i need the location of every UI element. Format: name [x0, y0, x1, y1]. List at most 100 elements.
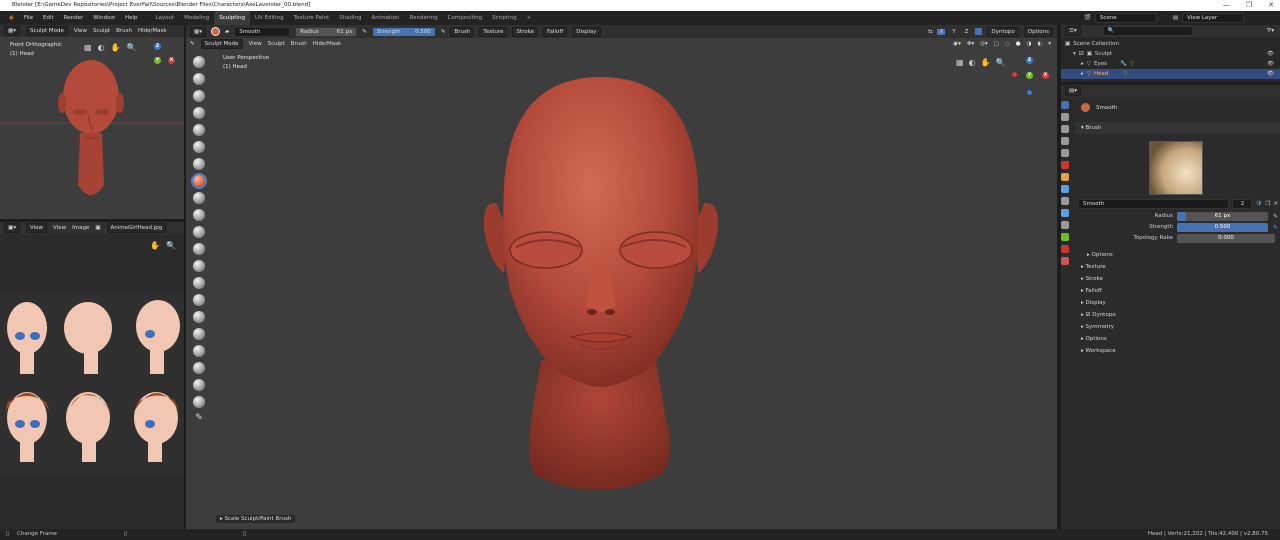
camera-icon[interactable]: ◐	[969, 58, 976, 67]
pinch-brush-icon[interactable]	[193, 243, 205, 255]
gizmo-z-axis[interactable]: Z	[154, 43, 161, 50]
minimize-button[interactable]: —	[1223, 0, 1230, 11]
image-editor-type-dropdown[interactable]: ▣▾	[4, 223, 20, 233]
menu-render[interactable]: Render	[59, 15, 89, 21]
grab-brush-icon[interactable]	[193, 260, 205, 272]
menu-edit[interactable]: Edit	[38, 15, 59, 21]
gizmo-y-axis[interactable]: Y	[154, 57, 161, 64]
add-workspace-button[interactable]: +	[522, 11, 537, 25]
blob-brush-icon[interactable]	[193, 141, 205, 153]
draw-brush-icon[interactable]	[193, 56, 205, 68]
menu-window[interactable]: Window	[88, 15, 120, 21]
gizmo-x-axis[interactable]: X	[168, 57, 175, 64]
reference-image[interactable]	[0, 294, 184, 474]
view-layer-field[interactable]: View Layer	[1182, 13, 1245, 23]
filter-icon[interactable]: ⛛▾	[1267, 28, 1274, 35]
display-section[interactable]: ▸ Display	[1075, 297, 1280, 309]
image-name-field[interactable]: AnimeGirlHead.jpg	[106, 223, 167, 233]
clay-strips-brush-icon[interactable]	[193, 90, 205, 102]
outliner-scene-collection[interactable]: ▣ Scene Collection	[1061, 39, 1280, 49]
box-mask-icon[interactable]	[193, 379, 205, 391]
brush-section-header[interactable]: ▾ Brush	[1075, 122, 1280, 134]
hand-icon[interactable]: ✋	[111, 43, 121, 52]
data-tab-icon[interactable]	[1061, 233, 1069, 241]
strength-slider[interactable]: 0.500	[1177, 223, 1268, 232]
tab-animation[interactable]: Animation	[366, 11, 404, 25]
outliner-type-dropdown[interactable]: ☰▾	[1065, 26, 1081, 36]
menu-file[interactable]: File	[19, 15, 38, 21]
properties-type-dropdown[interactable]: ▤▾	[1065, 86, 1081, 96]
menu-image[interactable]: Image	[72, 225, 89, 231]
output-tab-icon[interactable]	[1061, 125, 1069, 133]
scene-tab-icon[interactable]	[1061, 149, 1069, 157]
main-navigation-gizmo[interactable]: Z X Y	[1012, 55, 1056, 99]
outliner-item-eyes[interactable]: ▸ ▽ Eyes 🔧 ▽ 👁	[1061, 59, 1280, 69]
rotate-brush-icon[interactable]	[193, 328, 205, 340]
tab-compositing[interactable]: Compositing	[443, 11, 487, 25]
tab-uv-editing[interactable]: UV Editing	[250, 11, 289, 25]
constraints-tab-icon[interactable]	[1061, 221, 1069, 229]
scene-name-field[interactable]: Scene	[1094, 13, 1157, 23]
brush-users-count[interactable]: 2	[1232, 199, 1253, 209]
outliner-search-field[interactable]: 🔍	[1102, 26, 1193, 36]
tab-sculpting[interactable]: Sculpting	[214, 11, 250, 25]
tab-texture-paint[interactable]: Texture Paint	[289, 11, 335, 25]
operator-last-panel[interactable]: ▸ Scale Sculpt/Paint Brush	[216, 515, 296, 523]
outliner-item-head[interactable]: ▸ ▽ Head ▽ 👁	[1061, 69, 1280, 79]
flatten-brush-icon[interactable]	[193, 192, 205, 204]
zoom-icon[interactable]: 🔍	[166, 241, 176, 250]
expand-icon[interactable]: ▾	[1073, 49, 1076, 59]
particles-tab-icon[interactable]	[1061, 197, 1069, 205]
thumb-brush-icon[interactable]	[193, 294, 205, 306]
world-tab-icon[interactable]	[1061, 161, 1069, 169]
tab-rendering[interactable]: Rendering	[405, 11, 443, 25]
unlink-icon[interactable]: ✕	[1273, 201, 1278, 207]
workspace-section[interactable]: ▸ Workspace	[1075, 345, 1280, 357]
annotate-icon[interactable]: ✎	[195, 413, 203, 423]
layer-brush-icon[interactable]	[193, 107, 205, 119]
scrape-brush-icon[interactable]	[193, 226, 205, 238]
menu-help[interactable]: Help	[120, 15, 143, 21]
maximize-button[interactable]: ❐	[1246, 0, 1252, 11]
gizmo-neg-z-axis[interactable]	[1027, 90, 1032, 95]
mask-brush-icon[interactable]	[193, 362, 205, 374]
falloff-section[interactable]: ▸ Falloff	[1075, 285, 1280, 297]
camera-icon[interactable]: ◐	[98, 43, 105, 52]
menu-image-view[interactable]: View	[53, 225, 66, 231]
tab-modeling[interactable]: Modeling	[179, 11, 214, 25]
nudge-brush-icon[interactable]	[193, 311, 205, 323]
brush-datablock-field[interactable]: Smooth	[1078, 199, 1230, 209]
blender-logo-icon[interactable]: ◉	[4, 15, 19, 21]
topology-rake-slider[interactable]: 0.000	[1177, 234, 1275, 243]
eye-icon[interactable]: 👁	[1267, 49, 1274, 59]
inflate-brush-icon[interactable]	[193, 124, 205, 136]
zoom-icon[interactable]: 🔍	[127, 43, 137, 52]
dyntopo-section[interactable]: ▸ ☑ Dyntopo	[1075, 309, 1280, 321]
tool-tab-icon[interactable]	[1061, 101, 1069, 109]
tab-layout[interactable]: Layout	[151, 11, 180, 25]
expand-icon[interactable]: ▸	[1081, 69, 1084, 79]
tab-shading[interactable]: Shading	[334, 11, 366, 25]
grid-icon[interactable]: ▦	[84, 43, 92, 52]
snake-hook-brush-icon[interactable]	[193, 277, 205, 289]
expand-icon[interactable]: ▸	[1081, 59, 1084, 69]
eye-icon[interactable]: 👁	[1267, 59, 1274, 69]
gizmo-z-axis[interactable]: Z	[1026, 57, 1033, 64]
hand-icon[interactable]: ✋	[981, 58, 991, 67]
clay-brush-icon[interactable]	[193, 73, 205, 85]
render-tab-icon[interactable]	[1061, 113, 1069, 121]
eye-icon[interactable]: 👁	[1267, 69, 1274, 79]
crease-brush-icon[interactable]	[193, 158, 205, 170]
gizmo-x-axis[interactable]: X	[1042, 72, 1049, 79]
fill-brush-icon[interactable]	[193, 209, 205, 221]
material-tab-icon[interactable]	[1061, 245, 1069, 253]
symmetry-section[interactable]: ▸ Symmetry	[1075, 321, 1280, 333]
box-hide-icon[interactable]	[193, 396, 205, 408]
pressure-icon[interactable]: ✎	[1273, 224, 1278, 231]
fake-user-icon[interactable]: 🛡	[1255, 201, 1262, 207]
object-tab-icon[interactable]	[1061, 173, 1069, 181]
gizmo-y-axis[interactable]: Y	[1026, 72, 1033, 79]
stroke-section[interactable]: ▸ Stroke	[1075, 273, 1280, 285]
options-subsection[interactable]: ▸ Options	[1081, 249, 1113, 261]
duplicate-icon[interactable]: ❐	[1265, 201, 1270, 207]
